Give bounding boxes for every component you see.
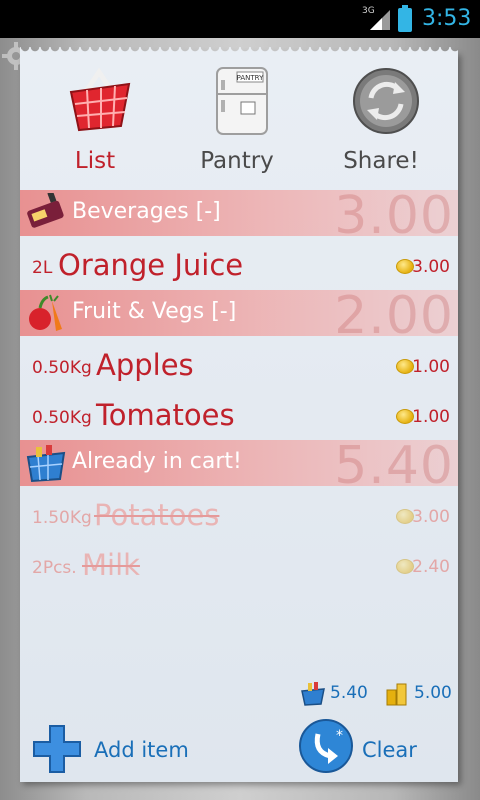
list-item-orange-juice[interactable]: 2L Orange Juice 3.00 [20, 240, 458, 288]
item-name: Tomatoes [96, 398, 235, 432]
shopping-basket-icon [69, 67, 131, 132]
nav-share-label: Share! [343, 148, 419, 174]
bottom-actions: Add item * Clear [20, 712, 458, 782]
nav-pantry-tab[interactable]: PANTRY Pantry [172, 60, 302, 180]
section-title: Fruit & Vegs [-] [72, 299, 237, 324]
list-item-tomatoes[interactable]: 0.50Kg Tomatoes 1.00 [20, 390, 458, 438]
item-price: 3.00 [412, 507, 450, 527]
svg-text:*: * [336, 728, 343, 744]
clear-button[interactable]: * Clear [298, 718, 448, 778]
section-header-in-cart[interactable]: Already in cart! 5.40 [20, 436, 458, 496]
list-item-milk[interactable]: 2Pcs. Milk 2.40 [20, 540, 458, 588]
coins-stack-icon [386, 683, 407, 706]
item-quantity: 1.50Kg [32, 508, 92, 528]
clear-label: Clear [362, 738, 417, 762]
nav-pantry-label: Pantry [200, 148, 274, 174]
status-bar: 3G 3:53 [0, 0, 480, 38]
add-item-label: Add item [94, 738, 189, 762]
clear-sweep-icon: * [299, 719, 353, 773]
nav-list-tab[interactable]: List [30, 60, 160, 180]
cart-total-value: 5.40 [330, 683, 368, 703]
item-price: 2.40 [412, 557, 450, 577]
item-price: 1.00 [412, 407, 450, 427]
section-total: 3.00 [334, 186, 454, 246]
grand-total-value: 5.00 [414, 683, 452, 703]
add-item-button[interactable]: Add item [28, 718, 198, 774]
battery-icon [398, 5, 412, 32]
share-sync-icon [353, 68, 419, 134]
beverages-icon [27, 193, 64, 228]
signal-icon [370, 10, 390, 30]
section-title: Already in cart! [72, 449, 242, 474]
section-total: 5.40 [334, 436, 454, 496]
svg-text:PANTRY: PANTRY [237, 74, 264, 82]
totals-bar: 5.40 5.00 [300, 680, 460, 710]
cart-basket-icon [26, 445, 66, 483]
list-item-apples[interactable]: 0.50Kg Apples 1.00 [20, 340, 458, 388]
list-item-potatoes[interactable]: 1.50Kg Potatoes 3.00 [20, 490, 458, 538]
section-title: Beverages [-] [72, 199, 221, 224]
item-name: Potatoes [94, 498, 220, 532]
item-name: Apples [96, 348, 194, 382]
cart-total-icon [301, 682, 325, 706]
section-total: 2.00 [334, 286, 454, 346]
clock: 3:53 [422, 6, 472, 31]
item-quantity: 0.50Kg [32, 358, 92, 378]
fruit-vegs-icon [29, 294, 62, 331]
item-name: Milk [82, 548, 140, 582]
plus-icon [33, 725, 81, 773]
paper-perforation [20, 47, 458, 57]
item-quantity: 2L [32, 258, 53, 278]
nav-list-label: List [74, 148, 116, 174]
section-header-beverages[interactable]: Beverages [-] 3.00 [20, 186, 458, 246]
section-header-fruit-vegs[interactable]: Fruit & Vegs [-] 2.00 [20, 286, 458, 346]
nav-share-tab[interactable]: Share! [316, 60, 446, 180]
item-quantity: 2Pcs. [32, 558, 77, 578]
top-navigation: List PANTRY Pantry Share! [20, 60, 458, 180]
item-name: Orange Juice [58, 248, 244, 282]
item-quantity: 0.50Kg [32, 408, 92, 428]
item-price: 1.00 [412, 357, 450, 377]
fridge-icon: PANTRY [216, 67, 268, 135]
item-price: 3.00 [412, 257, 450, 277]
